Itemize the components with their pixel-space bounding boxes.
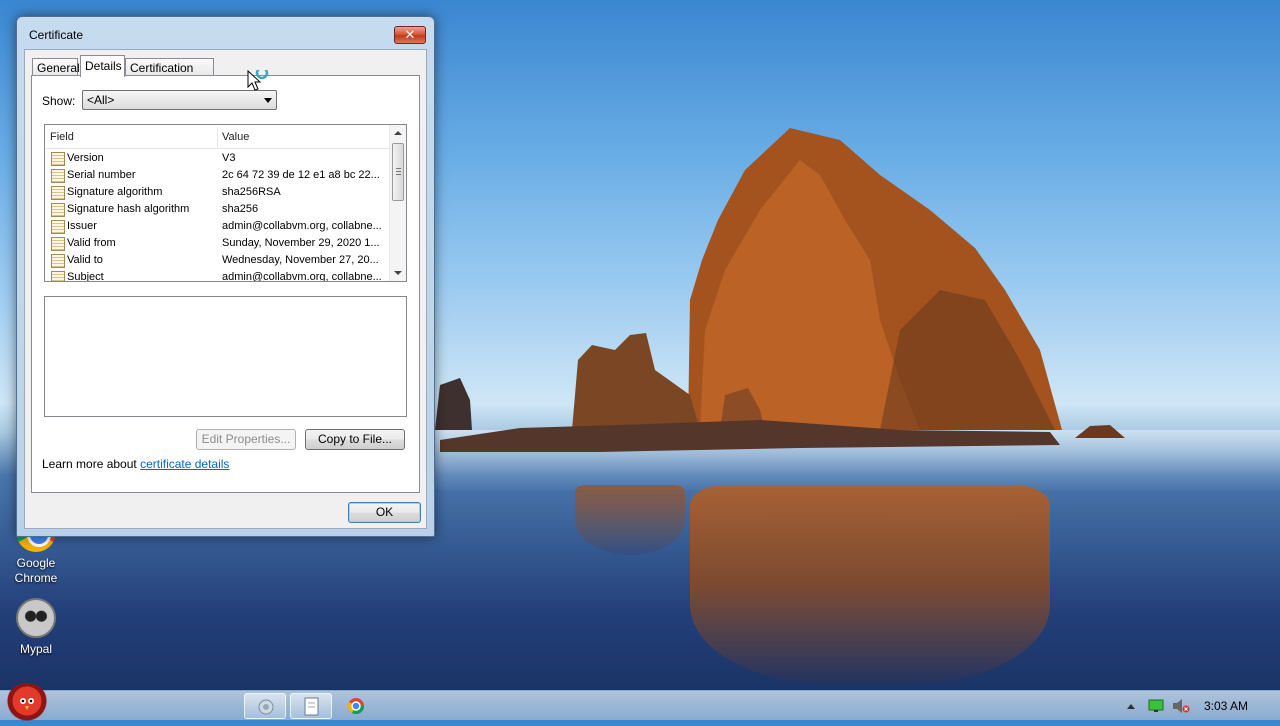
field-value: 2c 64 72 39 de 12 e1 a8 bc 22... [222,169,380,181]
certificate-field-icon [51,152,65,166]
chevron-down-icon [264,98,272,103]
show-hidden-icons-icon[interactable] [1126,702,1136,710]
taskbar-button-certificate-wizard[interactable] [244,693,286,719]
learn-more-text: Learn more about certificate details [42,457,229,471]
list-header: Field Value [45,125,390,149]
edit-properties-button[interactable]: Edit Properties... [196,429,296,450]
field-value: V3 [222,152,236,164]
close-button[interactable]: ✕ [394,26,426,44]
details-panel: Show: <All> Field Value Version V3 Seria… [31,75,420,493]
tab-details[interactable]: Details [80,55,125,77]
field-name: Subject [67,271,104,282]
certificate-field-icon [51,186,65,200]
chrome-taskbar-icon[interactable] [347,697,365,715]
table-row[interactable]: Serial number 2c 64 72 39 de 12 e1 a8 bc… [45,167,390,184]
certificate-field-icon [51,169,65,183]
angry-bird-icon [20,698,34,710]
busy-cursor-icon [247,70,269,91]
taskbar-button-certificate-dialog[interactable] [290,693,332,719]
table-row[interactable]: Valid from Sunday, November 29, 2020 1..… [45,235,390,252]
certificate-dialog: Certificate ✕ General Details Certificat… [16,16,435,537]
field-value: sha256RSA [222,186,281,198]
show-label: Show: [42,94,76,108]
raccoon-icon [16,598,56,638]
dialog-title: Certificate [29,28,84,42]
network-icon[interactable] [1148,699,1164,713]
vertical-scrollbar[interactable] [389,125,406,281]
volume-muted-icon[interactable] [1172,698,1190,714]
scrollbar-thumb[interactable] [392,143,404,201]
dialog-client: General Details Certification Path Show:… [24,49,427,529]
field-name: Valid to [67,254,103,266]
title-bar[interactable]: Certificate ✕ [17,17,434,49]
rock-reflection [690,485,1050,685]
field-name: Signature algorithm [67,186,163,198]
certificate-field-icon [51,203,65,217]
desktop-icon-label: Google Chrome [14,556,58,585]
certificate-field-icon [51,237,65,251]
certificate-field-icon [51,254,65,268]
field-value: sha256 [222,203,259,215]
field-name: Issuer [67,220,97,232]
grip-icon [396,168,401,175]
column-header-value[interactable]: Value [222,131,249,143]
close-icon: ✕ [404,27,416,42]
table-row[interactable]: Version V3 [45,150,390,167]
field-value: admin@collabvm.org, collabne... [222,271,382,282]
ok-button[interactable]: OK [348,502,421,523]
rock-reflection-small [575,485,685,555]
field-name: Serial number [67,169,136,181]
table-row[interactable]: Signature algorithm sha256RSA [45,184,390,201]
table-row[interactable]: Subject admin@collabvm.org, collabne... [45,269,390,282]
field-detail-box[interactable] [44,296,407,417]
certificate-manager-icon [258,699,274,715]
certificate-details-link[interactable]: certificate details [140,457,229,471]
field-value: Wednesday, November 27, 20... [222,254,379,266]
scroll-down-icon[interactable] [394,271,402,275]
field-name: Valid from [67,237,116,249]
field-value: admin@collabvm.org, collabne... [222,220,382,232]
scroll-up-icon[interactable] [394,131,402,135]
field-name: Version [67,152,104,164]
certificate-field-icon [51,220,65,234]
document-icon [304,697,319,716]
taskbar [0,690,1280,720]
clock[interactable]: 3:03 AM [1204,699,1248,713]
copy-to-file-button[interactable]: Copy to File... [305,429,405,450]
learn-more-prefix: Learn more about [42,457,141,471]
field-value: Sunday, November 29, 2020 1... [222,237,380,249]
table-row[interactable]: Valid to Wednesday, November 27, 20... [45,252,390,269]
show-dropdown-value: <All> [87,93,115,107]
field-name: Signature hash algorithm [67,203,190,215]
column-divider [217,127,218,147]
field-list[interactable]: Field Value Version V3 Serial number 2c … [44,124,407,282]
desktop-icon-mypal[interactable]: Mypal [0,598,72,657]
table-row[interactable]: Signature hash algorithm sha256 [45,201,390,218]
start-button[interactable] [6,683,48,723]
certificate-field-icon [51,271,65,281]
column-header-field[interactable]: Field [50,131,74,143]
table-row[interactable]: Issuer admin@collabvm.org, collabne... [45,218,390,235]
desktop-icon-label: Mypal [19,642,52,656]
